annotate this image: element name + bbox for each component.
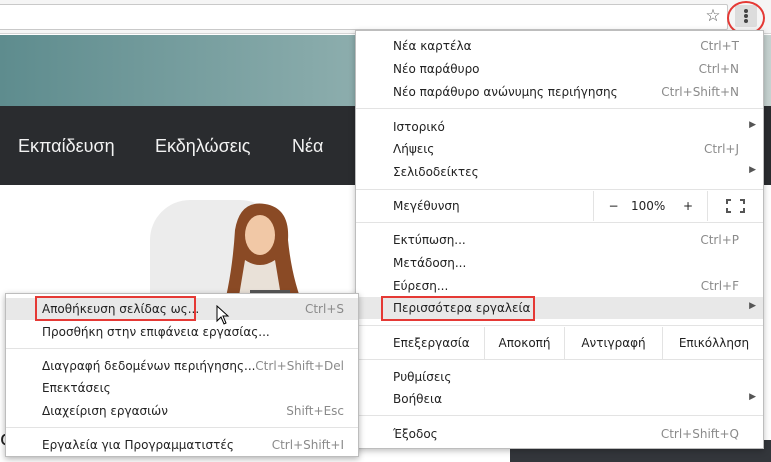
menu-separator xyxy=(356,108,763,109)
paste-button[interactable]: Επικόλληση xyxy=(662,327,765,359)
submenu-item-task-manager[interactable]: Διαχείριση εργασιών Shift+Esc xyxy=(6,400,358,422)
menu-edit-row: Επεξεργασία Αποκοπή Αντιγραφή Επικόλληση xyxy=(356,327,763,359)
menu-item-label: Μετάδοση... xyxy=(393,256,467,270)
submenu-item-add-to-desktop[interactable]: Προσθήκη στην επιφάνεια εργασίας... xyxy=(6,321,358,343)
menu-item-shortcut: Ctrl+Shift+N xyxy=(661,85,739,99)
menu-item-bookmarks[interactable]: Σελιδοδείκτες ▶ xyxy=(356,161,763,183)
menu-item-label: Έξοδος xyxy=(393,427,438,441)
menu-item-label: Λήψεις xyxy=(393,142,435,156)
menu-item-shortcut: Ctrl+Shift+Q xyxy=(660,427,739,441)
menu-item-shortcut: Ctrl+F xyxy=(700,279,739,293)
nav-link-news[interactable]: Νέα xyxy=(292,136,323,157)
browser-toolbar: ☆ xyxy=(0,0,771,35)
menu-item-shortcut: Ctrl+P xyxy=(700,233,739,247)
cut-button[interactable]: Αποκοπή xyxy=(484,327,564,359)
menu-item-label: Νέα καρτέλα xyxy=(393,39,472,53)
menu-separator xyxy=(6,427,358,428)
menu-item-label: Διαγραφή δεδομένων περιήγησης... xyxy=(42,359,256,373)
menu-item-label: Βοήθεια xyxy=(393,392,442,406)
submenu-arrow-icon: ▶ xyxy=(749,301,756,311)
nav-link-education[interactable]: Εκπαίδευση xyxy=(18,136,115,157)
address-bar[interactable] xyxy=(0,4,728,30)
menu-separator xyxy=(6,348,358,349)
zoom-level: 100% xyxy=(631,199,666,213)
menu-item-print[interactable]: Εκτύπωση... Ctrl+P xyxy=(356,229,763,251)
menu-item-shortcut: Ctrl+Shift+Del xyxy=(255,359,344,373)
menu-item-downloads[interactable]: Λήψεις Ctrl+J xyxy=(356,138,763,160)
menu-item-shortcut: Shift+Esc xyxy=(286,404,344,418)
zoom-out-button[interactable]: − xyxy=(593,191,633,221)
menu-separator xyxy=(356,222,763,223)
menu-item-cast[interactable]: Μετάδοση... xyxy=(356,252,763,274)
fullscreen-icon[interactable] xyxy=(707,191,763,221)
menu-item-incognito[interactable]: Νέο παράθυρο ανώνυμης περιήγησης Ctrl+Sh… xyxy=(356,81,763,103)
menu-item-shortcut: Ctrl+S xyxy=(304,302,344,316)
menu-item-exit[interactable]: Έξοδος Ctrl+Shift+Q xyxy=(356,423,763,445)
star-icon[interactable]: ☆ xyxy=(704,7,722,25)
submenu-item-extensions[interactable]: Επεκτάσεις xyxy=(6,377,358,399)
menu-separator xyxy=(356,359,763,360)
chrome-main-menu: Νέα καρτέλα Ctrl+T Νέο παράθυρο Ctrl+N Ν… xyxy=(355,30,764,449)
menu-item-find[interactable]: Εύρεση... Ctrl+F xyxy=(356,275,763,297)
menu-item-label: Εύρεση... xyxy=(393,279,449,293)
menu-separator xyxy=(356,189,763,190)
edit-label: Επεξεργασία xyxy=(393,336,470,350)
menu-item-settings[interactable]: Ρυθμίσεις xyxy=(356,366,763,388)
menu-item-new-tab[interactable]: Νέα καρτέλα Ctrl+T xyxy=(356,35,763,57)
submenu-item-clear-browsing-data[interactable]: Διαγραφή δεδομένων περιήγησης... Ctrl+Sh… xyxy=(6,355,358,377)
menu-item-shortcut: Ctrl+Shift+I xyxy=(271,438,344,452)
copy-button[interactable]: Αντιγραφή xyxy=(564,327,662,359)
menu-zoom-row: Μεγέθυνση − 100% + xyxy=(356,191,763,221)
more-tools-highlight-box xyxy=(381,296,535,321)
submenu-arrow-icon: ▶ xyxy=(749,165,756,175)
menu-item-shortcut: Ctrl+N xyxy=(698,62,739,76)
menu-item-label: Ιστορικό xyxy=(393,120,445,134)
submenu-item-developer-tools[interactable]: Εργαλεία για Προγραμματιστές Ctrl+Shift+… xyxy=(6,434,358,456)
zoom-label: Μεγέθυνση xyxy=(393,199,460,213)
menu-item-label: Νέο παράθυρο ανώνυμης περιήγησης xyxy=(393,85,618,99)
menu-item-label: Εκτύπωση... xyxy=(393,233,466,247)
nav-link-events[interactable]: Εκδηλώσεις xyxy=(155,136,250,157)
menu-item-history[interactable]: Ιστορικό ▶ xyxy=(356,116,763,138)
menu-item-label: Ρυθμίσεις xyxy=(393,370,452,384)
submenu-arrow-icon: ▶ xyxy=(749,120,756,130)
menu-item-shortcut: Ctrl+J xyxy=(704,142,739,156)
menu-item-label: Νέο παράθυρο xyxy=(393,62,480,76)
menu-separator xyxy=(356,415,763,416)
mouse-cursor-icon xyxy=(216,305,230,325)
menu-item-label: Διαχείριση εργασιών xyxy=(42,404,168,418)
menu-item-new-window[interactable]: Νέο παράθυρο Ctrl+N xyxy=(356,58,763,80)
menu-item-label: Επεκτάσεις xyxy=(42,381,111,395)
menu-item-label: Σελιδοδείκτες xyxy=(393,165,479,179)
menu-separator xyxy=(356,325,763,326)
submenu-arrow-icon: ▶ xyxy=(749,392,756,402)
menu-item-label: Προσθήκη στην επιφάνεια εργασίας... xyxy=(42,325,270,339)
menu-item-label: Εργαλεία για Προγραμματιστές xyxy=(42,438,234,452)
menu-item-help[interactable]: Βοήθεια ▶ xyxy=(356,388,763,410)
zoom-in-button[interactable]: + xyxy=(668,191,708,221)
save-page-highlight-box xyxy=(35,296,196,321)
menu-item-shortcut: Ctrl+T xyxy=(700,39,739,53)
